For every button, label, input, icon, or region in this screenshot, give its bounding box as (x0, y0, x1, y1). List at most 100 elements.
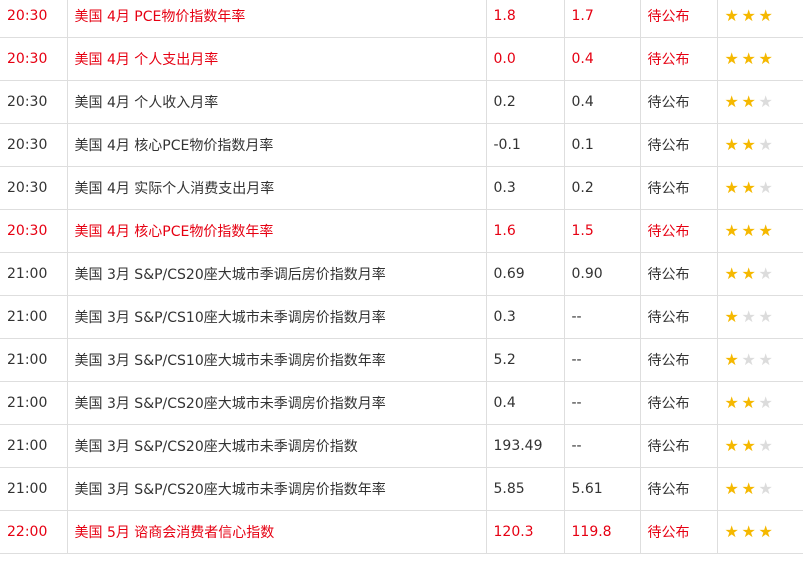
star-icon: ★ (741, 91, 756, 111)
star-icon: ★ (758, 91, 773, 111)
table-row[interactable]: 20:30 美国 4月 核心PCE物价指数月率 -0.1 0.1 待公布 ★ ★ ★ (0, 123, 803, 167)
star-icon: ★ (724, 521, 739, 541)
event-name-cell[interactable]: 美国 3月 S&P/CS20座大城市未季调房价指数月率 (66, 381, 487, 425)
importance-stars: ★ ★ ★ (716, 209, 803, 253)
table-row[interactable]: 22:00 美国 5月 谘商会消费者信心指数 120.3 119.8 待公布 ★… (0, 510, 803, 554)
actual-value-cell: 193.49 (485, 424, 565, 468)
event-name-cell[interactable]: 美国 3月 S&P/CS10座大城市未季调房价指数月率 (66, 295, 487, 339)
importance-stars: ★ ★ ★ (716, 166, 803, 210)
event-name-cell[interactable]: 美国 4月 个人支出月率 (66, 37, 487, 81)
table-row[interactable]: 20:30 美国 4月 PCE物价指数年率 1.8 1.7 待公布 ★ ★ ★ (0, 0, 803, 38)
table-row[interactable]: 21:00 美国 3月 S&P/CS20座大城市未季调房价指数年率 5.85 5… (0, 467, 803, 511)
actual-value-cell: 1.8 (485, 0, 565, 38)
event-name-cell[interactable]: 美国 3月 S&P/CS20座大城市季调后房价指数月率 (66, 252, 487, 296)
star-icon: ★ (724, 91, 739, 111)
table-row[interactable]: 21:00 美国 3月 S&P/CS10座大城市未季调房价指数年率 5.2 --… (0, 338, 803, 382)
previous-value-cell: 0.90 (563, 252, 641, 296)
importance-stars: ★ ★ ★ (716, 80, 803, 124)
star-icon: ★ (741, 5, 756, 25)
status-cell: 待公布 (639, 123, 718, 167)
event-name-cell[interactable]: 美国 4月 个人收入月率 (66, 80, 487, 124)
star-icon: ★ (758, 478, 773, 498)
importance-stars: ★ ★ ★ (716, 338, 803, 382)
importance-stars: ★ ★ ★ (716, 424, 803, 468)
previous-value-cell: -- (563, 338, 641, 382)
table-row[interactable]: 21:00 美国 3月 S&P/CS20座大城市未季调房价指数月率 0.4 --… (0, 381, 803, 425)
star-icon: ★ (724, 435, 739, 455)
star-icon: ★ (724, 5, 739, 25)
time-cell: 21:00 (0, 252, 68, 296)
star-icon: ★ (741, 134, 756, 154)
previous-value-cell: 0.1 (563, 123, 641, 167)
status-cell: 待公布 (639, 467, 718, 511)
time-cell: 21:00 (0, 295, 68, 339)
status-cell: 待公布 (639, 510, 718, 554)
table-row[interactable]: 21:00 美国 3月 S&P/CS10座大城市未季调房价指数月率 0.3 --… (0, 295, 803, 339)
status-cell: 待公布 (639, 295, 718, 339)
event-name-cell[interactable]: 美国 3月 S&P/CS10座大城市未季调房价指数年率 (66, 338, 487, 382)
time-cell: 21:00 (0, 381, 68, 425)
table-row[interactable]: 20:30 美国 4月 核心PCE物价指数年率 1.6 1.5 待公布 ★ ★ ★ (0, 209, 803, 253)
star-icon: ★ (758, 306, 773, 326)
time-cell: 21:00 (0, 467, 68, 511)
time-cell: 21:00 (0, 424, 68, 468)
star-icon: ★ (741, 177, 756, 197)
status-cell: 待公布 (639, 338, 718, 382)
star-icon: ★ (741, 349, 756, 369)
star-icon: ★ (758, 435, 773, 455)
table-row[interactable]: 21:00 美国 3月 S&P/CS20座大城市未季调房价指数 193.49 -… (0, 424, 803, 468)
previous-value-cell: 0.4 (563, 37, 641, 81)
actual-value-cell: 0.2 (485, 80, 565, 124)
event-name-cell[interactable]: 美国 4月 核心PCE物价指数月率 (66, 123, 487, 167)
star-icon: ★ (724, 220, 739, 240)
event-name-cell[interactable]: 美国 4月 PCE物价指数年率 (66, 0, 487, 38)
table-row[interactable]: 21:00 美国 3月 S&P/CS20座大城市季调后房价指数月率 0.69 0… (0, 252, 803, 296)
time-cell: 20:30 (0, 166, 68, 210)
actual-value-cell: 0.3 (485, 295, 565, 339)
star-icon: ★ (724, 48, 739, 68)
status-cell: 待公布 (639, 381, 718, 425)
event-name-cell[interactable]: 美国 4月 核心PCE物价指数年率 (66, 209, 487, 253)
event-name-cell[interactable]: 美国 3月 S&P/CS20座大城市未季调房价指数 (66, 424, 487, 468)
status-cell: 待公布 (639, 166, 718, 210)
previous-value-cell: -- (563, 295, 641, 339)
previous-value-cell: 5.61 (563, 467, 641, 511)
previous-value-cell: -- (563, 381, 641, 425)
previous-value-cell: 0.2 (563, 166, 641, 210)
star-icon: ★ (758, 220, 773, 240)
time-cell: 20:30 (0, 37, 68, 81)
status-cell: 待公布 (639, 0, 718, 38)
status-cell: 待公布 (639, 80, 718, 124)
time-cell: 22:00 (0, 510, 68, 554)
importance-stars: ★ ★ ★ (716, 510, 803, 554)
actual-value-cell: 0.3 (485, 166, 565, 210)
calendar-rows: 20:30 美国 4月 PCE物价指数年率 1.8 1.7 待公布 ★ ★ ★ 20… (0, 0, 803, 554)
table-row[interactable]: 20:30 美国 4月 个人收入月率 0.2 0.4 待公布 ★ ★ ★ (0, 80, 803, 124)
star-icon: ★ (724, 478, 739, 498)
star-icon: ★ (741, 220, 756, 240)
importance-stars: ★ ★ ★ (716, 0, 803, 38)
status-cell: 待公布 (639, 209, 718, 253)
star-icon: ★ (741, 521, 756, 541)
previous-value-cell: 1.5 (563, 209, 641, 253)
economic-calendar-table: 20:30 美国 4月 PCE物价指数年率 1.8 1.7 待公布 ★ ★ ★ 20… (0, 0, 803, 554)
actual-value-cell: 120.3 (485, 510, 565, 554)
actual-value-cell: 5.2 (485, 338, 565, 382)
star-icon: ★ (724, 134, 739, 154)
event-name-cell[interactable]: 美国 4月 实际个人消费支出月率 (66, 166, 487, 210)
star-icon: ★ (724, 263, 739, 283)
time-cell: 20:30 (0, 0, 68, 38)
table-row[interactable]: 20:30 美国 4月 个人支出月率 0.0 0.4 待公布 ★ ★ ★ (0, 37, 803, 81)
star-icon: ★ (724, 177, 739, 197)
actual-value-cell: 0.4 (485, 381, 565, 425)
star-icon: ★ (741, 263, 756, 283)
actual-value-cell: 0.0 (485, 37, 565, 81)
importance-stars: ★ ★ ★ (716, 123, 803, 167)
star-icon: ★ (758, 349, 773, 369)
star-icon: ★ (724, 306, 739, 326)
event-name-cell[interactable]: 美国 5月 谘商会消费者信心指数 (66, 510, 487, 554)
importance-stars: ★ ★ ★ (716, 467, 803, 511)
event-name-cell[interactable]: 美国 3月 S&P/CS20座大城市未季调房价指数年率 (66, 467, 487, 511)
table-row[interactable]: 20:30 美国 4月 实际个人消费支出月率 0.3 0.2 待公布 ★ ★ ★ (0, 166, 803, 210)
actual-value-cell: 0.69 (485, 252, 565, 296)
